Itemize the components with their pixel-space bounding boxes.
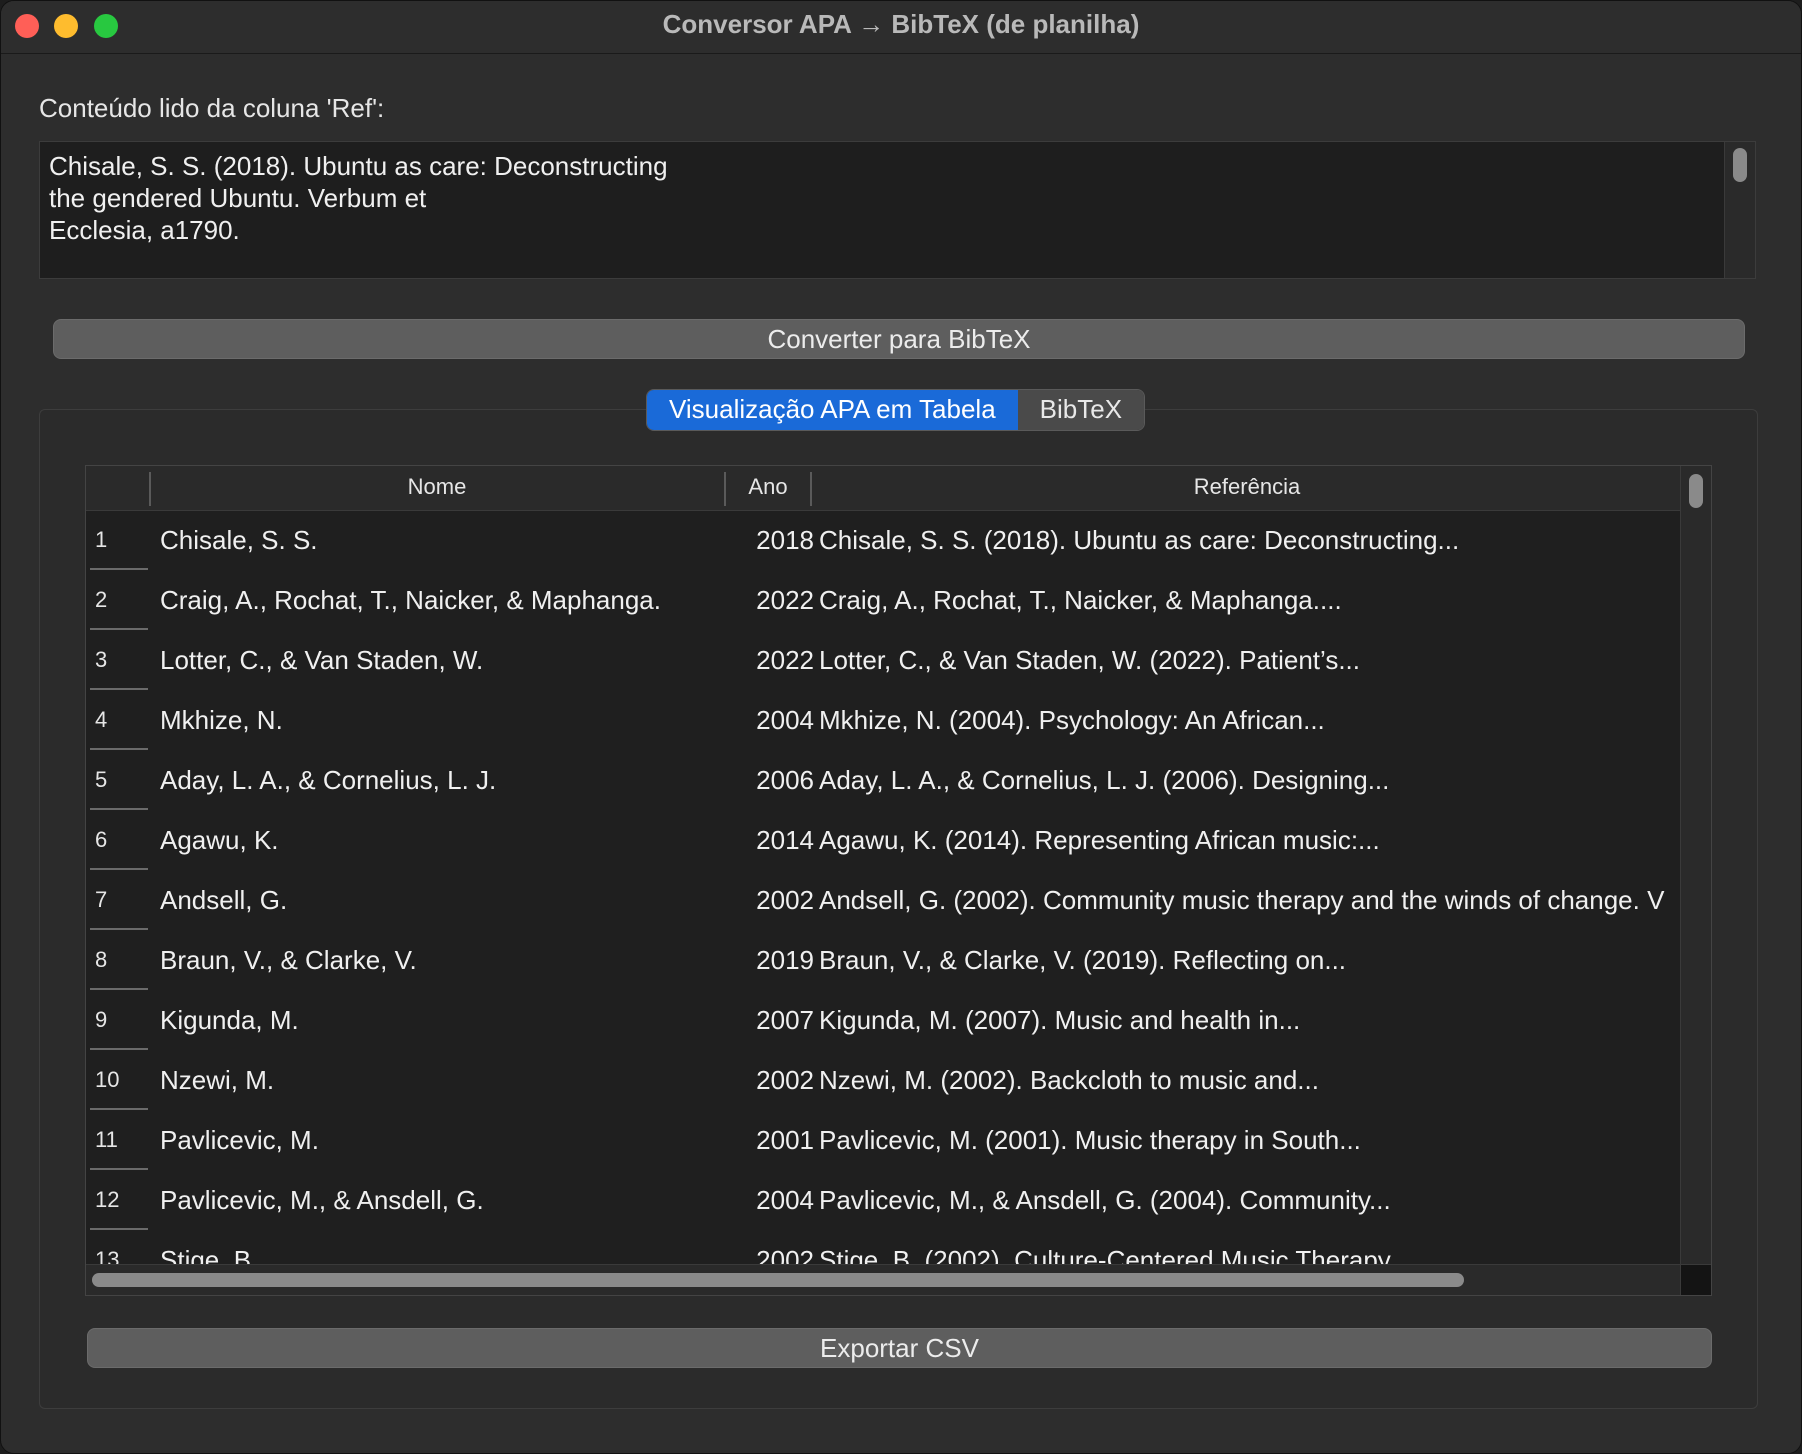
cell-ano[interactable]: 2007 — [734, 990, 814, 1050]
table-row[interactable]: 4 Mkhize, N. 2004 Mkhize, N. (2004). Psy… — [86, 690, 1682, 750]
row-number: 13 — [95, 1247, 120, 1266]
cell-ano[interactable]: 2002 — [734, 870, 814, 930]
table-row[interactable]: 12 Pavlicevic, M., & Ansdell, G. 2004 Pa… — [86, 1170, 1682, 1230]
cell-nome[interactable]: Aday, L. A., & Cornelius, L. J. — [160, 750, 800, 810]
table-horizontal-scrollbar[interactable] — [86, 1264, 1682, 1295]
cell-referencia[interactable]: Stige, B. (2002). Culture-Centered Music… — [819, 1230, 1682, 1266]
title-bar: Conversor APA → BibTeX (de planilha) — [1, 1, 1801, 54]
cell-nome[interactable]: Pavlicevic, M. — [160, 1110, 800, 1170]
window-title: Conversor APA → BibTeX (de planilha) — [662, 9, 1140, 39]
cell-ano[interactable]: 2004 — [734, 690, 814, 750]
app-window: Conversor APA → BibTeX (de planilha) Con… — [0, 0, 1802, 1454]
cell-ano[interactable]: 2001 — [734, 1110, 814, 1170]
row-number: 3 — [95, 647, 108, 672]
source-scroll-thumb[interactable] — [1733, 148, 1747, 182]
cell-nome[interactable]: Andsell, G. — [160, 870, 800, 930]
cell-referencia[interactable]: Nzewi, M. (2002). Backcloth to music and… — [819, 1050, 1682, 1110]
cell-ano[interactable]: 2018 — [734, 510, 814, 570]
row-number: 10 — [95, 1067, 120, 1092]
table-row[interactable]: 6 Agawu, K. 2014 Agawu, K. (2014). Repre… — [86, 810, 1682, 870]
column-header-ano[interactable]: Ano — [726, 466, 810, 510]
row-number: 1 — [95, 527, 108, 552]
cell-nome[interactable]: Braun, V., & Clarke, V. — [160, 930, 800, 990]
export-csv-button[interactable]: Exportar CSV — [87, 1328, 1712, 1368]
convert-button[interactable]: Converter para BibTeX — [53, 319, 1745, 359]
row-number: 11 — [95, 1127, 118, 1152]
references-table: Nome Ano Referência 1 Chisale, S. S. 201… — [85, 465, 1712, 1296]
source-label: Conteúdo lido da coluna 'Ref': — [39, 93, 385, 123]
row-number: 2 — [95, 587, 108, 612]
row-number: 4 — [95, 707, 108, 732]
table-row[interactable]: 9 Kigunda, M. 2007 Kigunda, M. (2007). M… — [86, 990, 1682, 1050]
table-row[interactable]: 5 Aday, L. A., & Cornelius, L. J. 2006 A… — [86, 750, 1682, 810]
cell-ano[interactable]: 2022 — [734, 570, 814, 630]
cell-referencia[interactable]: Andsell, G. (2002). Community music ther… — [819, 870, 1682, 930]
cell-referencia[interactable]: Craig, A., Rochat, T., Naicker, & Maphan… — [819, 570, 1682, 630]
table-vertical-scroll-thumb[interactable] — [1689, 474, 1703, 508]
table-header: Nome Ano Referência — [86, 466, 1682, 511]
cell-nome[interactable]: Lotter, C., & Van Staden, W. — [160, 630, 800, 690]
row-number: 12 — [95, 1187, 120, 1212]
cell-ano[interactable]: 2022 — [734, 630, 814, 690]
tab-bibtex[interactable]: BibTeX — [1017, 390, 1145, 430]
cell-referencia[interactable]: Aday, L. A., & Cornelius, L. J. (2006). … — [819, 750, 1682, 810]
cell-ano[interactable]: 2014 — [734, 810, 814, 870]
column-header-nome[interactable]: Nome — [150, 466, 724, 510]
row-number: 8 — [95, 947, 108, 972]
table-row[interactable]: 13 Stige, B. 2002 Stige, B. (2002). Cult… — [86, 1230, 1682, 1266]
cell-nome[interactable]: Chisale, S. S. — [160, 510, 800, 570]
cell-referencia[interactable]: Pavlicevic, M. (2001). Music therapy in … — [819, 1110, 1682, 1170]
scroll-corner — [1680, 1264, 1711, 1295]
view-tabs: Visualização APA em Tabela BibTeX — [646, 389, 1146, 431]
cell-nome[interactable]: Agawu, K. — [160, 810, 800, 870]
table-vertical-scrollbar[interactable] — [1680, 466, 1711, 1266]
tab-apa-table[interactable]: Visualização APA em Tabela — [647, 390, 1018, 430]
row-number: 9 — [95, 1007, 108, 1032]
table-body: 1 Chisale, S. S. 2018 Chisale, S. S. (20… — [86, 510, 1682, 1266]
cell-referencia[interactable]: Kigunda, M. (2007). Music and health in.… — [819, 990, 1682, 1050]
cell-nome[interactable]: Stige, B. — [160, 1230, 800, 1266]
cell-referencia[interactable]: Lotter, C., & Van Staden, W. (2022). Pat… — [819, 630, 1682, 690]
row-number: 7 — [95, 887, 108, 912]
table-row[interactable]: 1 Chisale, S. S. 2018 Chisale, S. S. (20… — [86, 510, 1682, 570]
cell-referencia[interactable]: Chisale, S. S. (2018). Ubuntu as care: D… — [819, 510, 1682, 570]
cell-ano[interactable]: 2002 — [734, 1230, 814, 1266]
cell-nome[interactable]: Craig, A., Rochat, T., Naicker, & Maphan… — [160, 570, 800, 630]
table-horizontal-scroll-thumb[interactable] — [92, 1273, 1464, 1287]
cell-nome[interactable]: Pavlicevic, M., & Ansdell, G. — [160, 1170, 800, 1230]
source-text-area[interactable]: Chisale, S. S. (2018). Ubuntu as care: D… — [39, 141, 1756, 279]
cell-ano[interactable]: 2006 — [734, 750, 814, 810]
cell-nome[interactable]: Kigunda, M. — [160, 990, 800, 1050]
column-header-referencia[interactable]: Referência — [812, 466, 1682, 510]
cell-referencia[interactable]: Agawu, K. (2014). Representing African m… — [819, 810, 1682, 870]
cell-nome[interactable]: Mkhize, N. — [160, 690, 800, 750]
table-row[interactable]: 2 Craig, A., Rochat, T., Naicker, & Maph… — [86, 570, 1682, 630]
table-row[interactable]: 10 Nzewi, M. 2002 Nzewi, M. (2002). Back… — [86, 1050, 1682, 1110]
cell-ano[interactable]: 2004 — [734, 1170, 814, 1230]
source-text: Chisale, S. S. (2018). Ubuntu as care: D… — [49, 151, 668, 245]
table-row[interactable]: 3 Lotter, C., & Van Staden, W. 2022 Lott… — [86, 630, 1682, 690]
cell-ano[interactable]: 2002 — [734, 1050, 814, 1110]
cell-referencia[interactable]: Mkhize, N. (2004). Psychology: An Africa… — [819, 690, 1682, 750]
table-row[interactable]: 11 Pavlicevic, M. 2001 Pavlicevic, M. (2… — [86, 1110, 1682, 1170]
table-row[interactable]: 7 Andsell, G. 2002 Andsell, G. (2002). C… — [86, 870, 1682, 930]
row-number: 5 — [95, 767, 108, 792]
source-vertical-scrollbar[interactable] — [1724, 142, 1755, 278]
table-row[interactable]: 8 Braun, V., & Clarke, V. 2019 Braun, V.… — [86, 930, 1682, 990]
cell-ano[interactable]: 2019 — [734, 930, 814, 990]
row-number: 6 — [95, 827, 108, 852]
cell-nome[interactable]: Nzewi, M. — [160, 1050, 800, 1110]
cell-referencia[interactable]: Pavlicevic, M., & Ansdell, G. (2004). Co… — [819, 1170, 1682, 1230]
cell-referencia[interactable]: Braun, V., & Clarke, V. (2019). Reflecti… — [819, 930, 1682, 990]
